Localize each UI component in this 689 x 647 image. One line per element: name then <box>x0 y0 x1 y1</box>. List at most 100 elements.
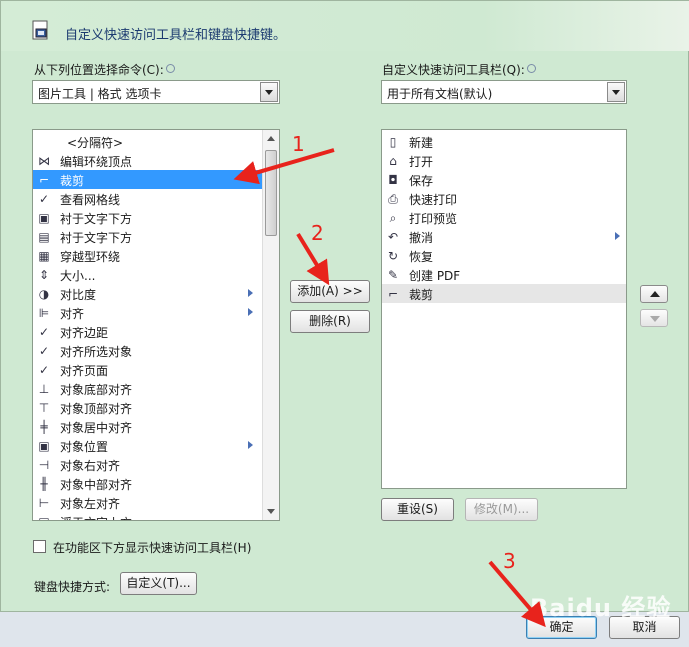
command-icon: ⊥ <box>38 382 50 396</box>
list-item-label: 对齐页面 <box>60 364 109 378</box>
command-icon: ✓ <box>38 363 50 377</box>
command-icon: ⌂ <box>389 154 397 168</box>
list-item[interactable]: ◘ 保存 <box>382 170 626 189</box>
list-item[interactable]: ⊥ 对象底部对齐 <box>33 379 279 398</box>
remove-button[interactable]: 删除(R) <box>290 310 370 333</box>
command-icon: ⌐ <box>38 173 50 187</box>
reset-button[interactable]: 重设(S) <box>381 498 454 521</box>
list-item[interactable]: ⊤ 对象顶部对齐 <box>33 398 279 417</box>
list-item[interactable]: ⌐ 裁剪 <box>382 284 626 303</box>
list-item[interactable]: ▯ 新建 <box>382 132 626 151</box>
list-item[interactable]: ⎙ 快速打印 <box>382 189 626 208</box>
toolbar-scope-combo[interactable]: 用于所有文档(默认) <box>381 80 627 104</box>
list-item[interactable]: ✓ 查看网格线 <box>33 189 279 208</box>
choose-commands-label: 从下列位置选择命令(C): <box>34 61 175 78</box>
list-item-label: 对象居中对齐 <box>60 421 133 435</box>
list-item[interactable]: ▣ 浮于文字上方 <box>33 512 279 520</box>
list-item[interactable]: ⇕ 大小... <box>33 265 279 284</box>
command-icon: ⊢ <box>38 496 50 510</box>
info-icon <box>526 64 536 73</box>
scroll-down-icon[interactable] <box>263 503 279 520</box>
command-icon: ✎ <box>387 268 399 282</box>
command-icon: ▣ <box>38 439 50 453</box>
list-item[interactable]: ↻ 恢复 <box>382 246 626 265</box>
command-icon: ⎙ <box>388 192 398 206</box>
command-icon: ✓ <box>38 344 50 358</box>
list-item-label: 对齐边距 <box>60 326 109 340</box>
list-item[interactable]: ▣ 衬于文字下方 <box>33 208 279 227</box>
page-title: 自定义快速访问工具栏和键盘快捷键。 <box>65 28 287 43</box>
move-down-button[interactable] <box>640 309 668 327</box>
list-item[interactable]: ⊫ 对齐 <box>33 303 279 322</box>
list-item[interactable]: ⌕ 打印预览 <box>382 208 626 227</box>
command-icon: ↶ <box>387 230 399 244</box>
list-item-label: 对齐 <box>60 307 85 321</box>
command-icon: ⋈ <box>38 154 50 168</box>
annotation-number-3: 3 <box>503 549 516 573</box>
list-item-label: 裁剪 <box>60 174 85 188</box>
list-item[interactable]: ▤ 衬于文字下方 <box>33 227 279 246</box>
submenu-arrow-icon <box>248 289 253 297</box>
modify-button[interactable]: 修改(M)... <box>465 498 538 521</box>
list-item-label: 创建 PDF <box>409 269 461 283</box>
scroll-thumb[interactable] <box>265 150 277 236</box>
available-commands-list[interactable]: ▣ 浮于文字上方 ⊢ 对象左对齐 ╫ 对象中部对齐 ⊣ 对象右对齐 ▣ 对象位置 ╪ 对象居中对齐 ⊤ 对… <box>32 129 280 521</box>
list-item-label: 穿越型环绕 <box>60 250 121 264</box>
list-item-label: 打印预览 <box>409 212 458 226</box>
scroll-up-icon[interactable] <box>263 130 279 147</box>
quick-access-toolbar-icon <box>32 20 48 40</box>
show-below-ribbon-checkbox[interactable] <box>33 540 46 553</box>
list-item-label: 对象左对齐 <box>60 497 121 511</box>
list-item[interactable]: ⌐ 裁剪 <box>33 170 279 189</box>
chevron-down-icon[interactable] <box>607 82 625 102</box>
chevron-down-icon[interactable] <box>260 82 278 102</box>
command-icon: ▯ <box>389 135 397 149</box>
command-icon: ⊤ <box>38 401 50 415</box>
command-icon: ⌐ <box>387 287 399 301</box>
list-item-label: 衬于文字下方 <box>60 212 133 226</box>
list-item-label: 打开 <box>409 155 434 169</box>
info-icon <box>165 64 175 73</box>
annotation-number-1: 1 <box>292 132 305 156</box>
list-item[interactable]: ✓ 对齐所选对象 <box>33 341 279 360</box>
list-item[interactable]: ⊢ 对象左对齐 <box>33 493 279 512</box>
choose-commands-combo[interactable]: 图片工具 | 格式 选项卡 <box>32 80 280 104</box>
command-icon: ▣ <box>38 211 50 225</box>
submenu-arrow-icon <box>248 308 253 316</box>
submenu-arrow-icon <box>248 441 253 449</box>
command-icon: ⊣ <box>38 458 50 472</box>
command-icon: ▦ <box>38 249 50 263</box>
list-item-label: 大小... <box>60 269 96 283</box>
command-icon: ⇕ <box>38 268 50 282</box>
customize-shortcuts-button[interactable]: 自定义(T)... <box>120 572 197 595</box>
list-item[interactable]: ✎ 创建 PDF <box>382 265 626 284</box>
list-item[interactable]: <分隔符> <box>33 132 279 151</box>
command-icon: ✓ <box>38 192 50 206</box>
list-item[interactable]: ↶ 撤消 <box>382 227 626 246</box>
list-item[interactable]: ▦ 穿越型环绕 <box>33 246 279 265</box>
command-icon: ╪ <box>40 420 48 434</box>
left-list-scrollbar[interactable] <box>262 130 279 520</box>
annotation-number-2: 2 <box>311 221 324 245</box>
list-item[interactable]: ✓ 对齐页面 <box>33 360 279 379</box>
list-item[interactable]: ▣ 对象位置 <box>33 436 279 455</box>
list-item[interactable]: ╪ 对象居中对齐 <box>33 417 279 436</box>
list-item[interactable]: ⊣ 对象右对齐 <box>33 455 279 474</box>
toolbar-commands-list[interactable]: ▯ 新建 ⌂ 打开 ◘ 保存 ⎙ 快速打印 ⌕ 打印预览 ↶ 撤消 ↻ 恢复 ✎ 创建 PDF ⌐ 裁剪 <box>381 129 627 489</box>
dialog-header: 自定义快速访问工具栏和键盘快捷键。 <box>1 1 689 51</box>
add-button[interactable]: 添加(A) >> <box>290 280 370 303</box>
list-item-label: 对象右对齐 <box>60 459 121 473</box>
list-item-label: 对象顶部对齐 <box>60 402 133 416</box>
list-item[interactable]: ╫ 对象中部对齐 <box>33 474 279 493</box>
list-item-label: 查看网格线 <box>60 193 121 207</box>
list-item[interactable]: ✓ 对齐边距 <box>33 322 279 341</box>
list-item[interactable]: ⌂ 打开 <box>382 151 626 170</box>
list-item[interactable]: ⋈ 编辑环绕顶点 <box>33 151 279 170</box>
command-icon: ✓ <box>38 325 50 339</box>
list-item-label: 编辑环绕顶点 <box>60 155 133 169</box>
command-icon: ▣ <box>36 514 52 520</box>
keyboard-shortcut-label: 键盘快捷方式: <box>34 580 111 594</box>
command-icon: ⌕ <box>389 211 397 225</box>
move-up-button[interactable] <box>640 285 668 303</box>
list-item[interactable]: ◑ 对比度 <box>33 284 279 303</box>
